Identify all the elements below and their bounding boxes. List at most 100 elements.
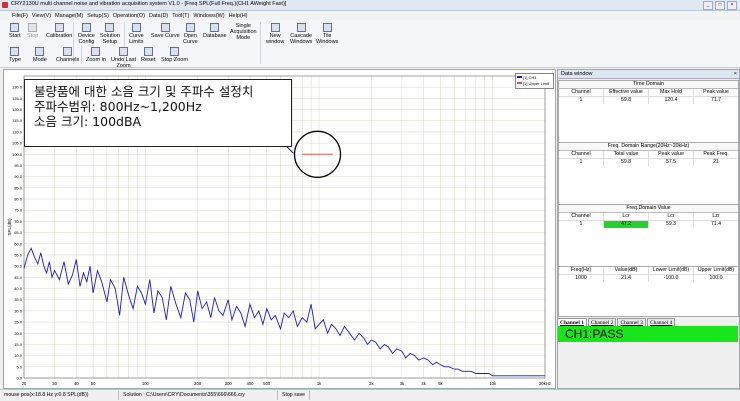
reset-button[interactable]: Reset <box>141 47 155 63</box>
table-cell: 1 <box>559 97 604 104</box>
column-header: Lcr <box>604 213 649 220</box>
maximize-button[interactable]: □ <box>715 1 725 10</box>
legend-item-upper-limit: [1] Upper Limit <box>516 80 553 86</box>
tab-channel-2[interactable]: Channel 2 <box>588 318 617 326</box>
cascade-windows-button[interactable]: Cascade Windows <box>290 23 312 45</box>
legend-swatch <box>517 76 522 78</box>
annotation-line-3: 소음 크기: 100dBA <box>34 114 142 129</box>
new-window-button[interactable]: New window <box>266 23 284 45</box>
annotation-line-1: 불량품에 대한 소음 크기 및 주파수 설정치 <box>34 84 254 99</box>
toolbar: Start Stop Calibration Device Config Solu… <box>0 20 740 69</box>
menu-view[interactable]: View(V) <box>30 13 53 19</box>
tile-windows-button[interactable]: Tile Windows <box>316 23 338 45</box>
stop-button[interactable]: Stop <box>27 23 38 39</box>
tab-channel-3[interactable]: Channel 3 <box>617 318 646 326</box>
database-icon <box>210 23 220 32</box>
column-header: Max Hold <box>649 89 694 96</box>
solution-icon <box>105 23 115 32</box>
toolbar-separator <box>81 45 82 64</box>
table-row: 1000 21.4 -100.0 100.0 <box>559 275 738 282</box>
table-cell: -100.0 <box>649 275 694 282</box>
y-tick-label: 130.0 <box>12 85 23 90</box>
limits-table: Freq(Hz) Value(dB) Lower Limit(dB) Upper… <box>558 266 739 317</box>
zoom-in-button[interactable]: Zoom in <box>86 47 106 63</box>
table-row: 1 59.8 57.5 21 <box>559 159 738 166</box>
table-cell: 59.8 <box>604 159 649 166</box>
x-tick-label: 2k <box>369 381 374 386</box>
table-cell: 71.4 <box>710 221 722 227</box>
x-tick-label: 20kHz <box>539 381 551 386</box>
x-tick-label: 500 <box>263 381 271 386</box>
column-header: Upper Limit(dB) <box>697 267 735 273</box>
mouse-position: mouse pos(x:18.8 Hz y:0.8 SPL(dB)) <box>0 391 119 400</box>
status-bar: mouse pos(x:18.8 Hz y:0.8 SPL(dB)) Solut… <box>0 389 740 401</box>
mode-dropdown[interactable]: Mode <box>33 47 47 63</box>
y-axis-label: SPL(dB) <box>7 218 12 236</box>
calibration-button[interactable]: Calibration <box>46 23 72 39</box>
menu-manage[interactable]: Manage(M) <box>53 13 85 19</box>
type-icon <box>10 47 20 56</box>
stop-zoom-icon <box>169 47 179 56</box>
window-title: CRY2130U multi channel noise and vibrati… <box>11 1 287 7</box>
solution-path: Solution : C:\Users\CRY\Documents\355\66… <box>119 391 278 400</box>
data-window-title: Data window × <box>558 70 739 79</box>
menu-tool[interactable]: Tool(T) <box>170 13 191 19</box>
x-tick-label: 1k <box>317 381 322 386</box>
menu-file[interactable]: File(F) <box>0 13 30 19</box>
tile-icon <box>322 23 332 32</box>
menu-setup[interactable]: Setup(S) <box>85 13 111 19</box>
minimize-button[interactable]: _ <box>703 1 713 10</box>
table-title: Time Domain <box>559 81 738 89</box>
channels-button[interactable]: Channels <box>56 47 79 63</box>
table-cell: 120.4 <box>649 97 694 104</box>
menu-operation[interactable]: Operation(O) <box>111 13 147 19</box>
tab-channel-1[interactable]: Channel 1 <box>557 318 587 326</box>
y-tick-label: 50.0 <box>14 264 23 269</box>
tab-channel-4[interactable]: Channel 4 <box>646 318 676 326</box>
undo-zoom-button[interactable]: Undo Last Zoom <box>111 47 136 69</box>
window-controls: _ □ × <box>703 1 737 10</box>
open-curve-button[interactable]: Open Curve <box>183 23 198 45</box>
annotation-line-2: 주파수범위: 800Hz~1,200Hz <box>34 99 202 114</box>
curve-limits-button[interactable]: Curve Limits <box>129 23 144 45</box>
table-cell: 59.3 <box>649 221 694 228</box>
column-header: Peak Freq. <box>703 151 729 157</box>
x-tick-label: 4k <box>421 381 426 386</box>
table-row: 1 59.8 120.4 71.7 <box>559 97 738 104</box>
column-header: Channel <box>559 89 604 96</box>
type-dropdown[interactable]: Type <box>9 47 21 63</box>
table-cell: 57.5 <box>649 159 694 166</box>
x-tick-label: 10k <box>489 381 497 386</box>
y-tick-label: 0.0 <box>16 376 22 381</box>
table-header-row: Channel Total value Peak value Peak Freq… <box>559 151 738 159</box>
y-tick-label: 20.0 <box>14 331 23 336</box>
table-title: Freq. Domain Range(20Hz~20kHz) <box>559 143 738 151</box>
menu-data[interactable]: Data(D) <box>147 13 170 19</box>
x-tick-label: 300 <box>225 381 233 386</box>
database-button[interactable]: Database <box>203 23 227 39</box>
close-button[interactable]: × <box>727 1 737 10</box>
time-domain-table: Time Domain Channel Effective value Max … <box>558 80 739 146</box>
menu-help[interactable]: Help(H) <box>227 13 250 19</box>
y-tick-label: 120.0 <box>12 107 23 112</box>
chart-legend: [1] CH1 [1] Upper Limit <box>515 73 554 89</box>
save-state: Stop save <box>278 391 311 400</box>
device-config-button[interactable]: Device Config <box>78 23 95 45</box>
table-header-row: Channel Effective value Max Hold Peak va… <box>559 89 738 97</box>
save-curve-button[interactable]: Save Curve <box>151 23 180 39</box>
y-tick-label: 105.0 <box>12 141 23 146</box>
solution-setup-button[interactable]: Solution Setup <box>100 23 120 45</box>
close-icon[interactable]: × <box>734 70 737 78</box>
stop-zoom-button[interactable]: Stop Zoom <box>161 47 188 63</box>
acquisition-mode-dropdown[interactable]: Single Acquisition Mode <box>230 23 257 41</box>
mode-icon <box>35 47 45 56</box>
menu-windows[interactable]: Windows(W) <box>191 13 226 19</box>
play-icon <box>10 23 20 32</box>
table-cell: 1 <box>559 221 604 228</box>
start-button[interactable]: Start <box>9 23 21 39</box>
y-tick-label: 40.0 <box>14 286 23 291</box>
table-cell: 100.0 <box>709 275 723 281</box>
table-cell: 21.4 <box>604 275 649 282</box>
x-tick-label: 100 <box>142 381 150 386</box>
y-tick-label: 25.0 <box>14 320 23 325</box>
